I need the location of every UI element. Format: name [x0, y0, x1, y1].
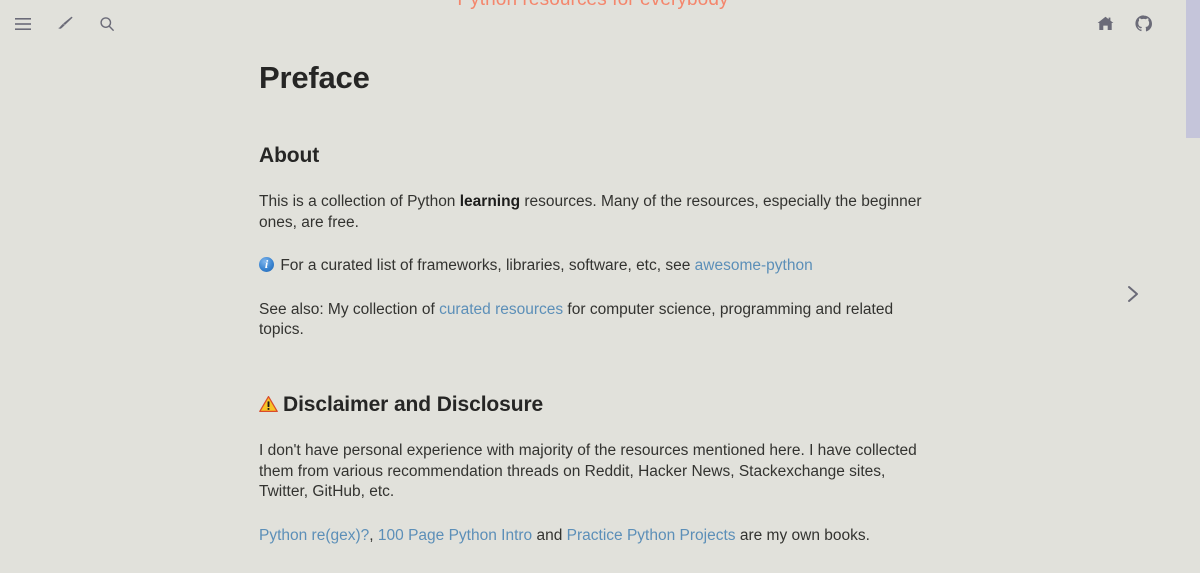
menu-right-buttons: [1092, 11, 1186, 37]
link-practice-python-projects[interactable]: Practice Python Projects: [567, 527, 736, 544]
page-title: Python resources for everybody: [0, 0, 1186, 11]
paragraph-awesome-python: For a curated list of frameworks, librar…: [259, 256, 933, 277]
home-link[interactable]: [1092, 11, 1118, 37]
link-100-page-python-intro[interactable]: 100 Page Python Intro: [378, 527, 532, 544]
theme-toggle-button[interactable]: [52, 11, 78, 37]
scrollbar-track[interactable]: [1186, 0, 1200, 573]
text-fragment: and: [532, 526, 567, 544]
paragraph-own-books: Python re(gex)?, 100 Page Python Intro a…: [259, 526, 933, 547]
search-toggle-button[interactable]: [94, 11, 120, 37]
paragraph-see-also: See also: My collection of curated resou…: [259, 300, 933, 341]
text-fragment: are my own books.: [735, 526, 870, 544]
github-icon: [1134, 15, 1152, 32]
paragraph-disclaimer: I don't have personal experience with ma…: [259, 441, 917, 501]
github-link[interactable]: [1130, 11, 1156, 37]
scrollbar-thumb[interactable]: [1186, 0, 1200, 138]
warning-emoji-icon: [259, 395, 278, 413]
text-fragment: ,: [369, 526, 378, 544]
search-icon: [99, 16, 115, 32]
chapter-content: Preface About This is a collection of Py…: [253, 47, 933, 573]
menu-bar: Python resources for everybody: [0, 0, 1186, 47]
section-heading-about: About: [259, 144, 320, 167]
home-icon: [1097, 16, 1114, 31]
text-fragment: See also: My collection of: [259, 300, 440, 318]
text-fragment: For a curated list of frameworks, librar…: [280, 257, 695, 275]
page-content-wrapper: Preface About This is a collection of Py…: [0, 47, 1186, 573]
emphasis-learning: learning: [459, 193, 521, 210]
chapter-heading: Preface: [259, 60, 370, 95]
menu-left-buttons: [0, 11, 120, 37]
hamburger-icon: [15, 17, 31, 31]
link-python-regex[interactable]: Python re(gex)?: [259, 527, 369, 544]
section-heading-disclaimer: Disclaimer and Disclosure: [259, 393, 933, 417]
text-fragment: This is a collection of Python: [259, 193, 460, 210]
section-heading-text: Disclaimer and Disclosure: [283, 392, 544, 416]
info-emoji-icon: [259, 256, 274, 273]
paragraph-about-intro: This is a collection of Python learning …: [259, 192, 933, 233]
paintbrush-icon: [57, 15, 74, 32]
sidebar-toggle-button[interactable]: [10, 11, 36, 37]
next-chapter-button[interactable]: [1118, 279, 1148, 309]
link-curated-resources[interactable]: curated resources: [439, 301, 563, 318]
link-awesome-python[interactable]: awesome-python: [695, 257, 813, 274]
chevron-right-icon: [1118, 286, 1148, 313]
